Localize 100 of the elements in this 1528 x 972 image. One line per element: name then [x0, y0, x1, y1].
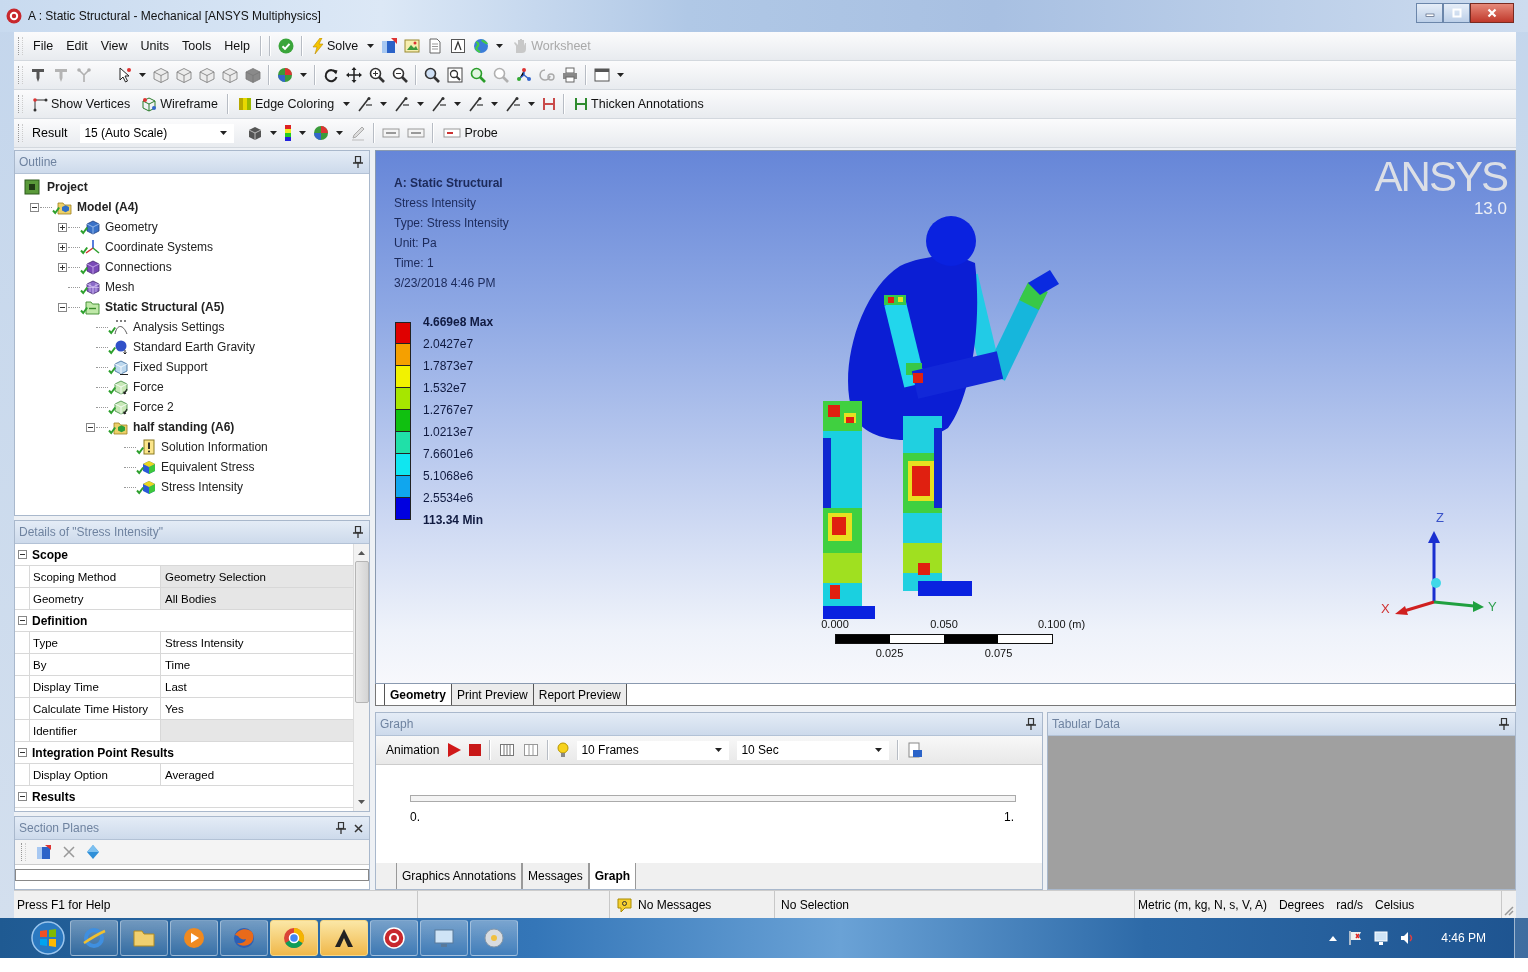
close-button[interactable]	[1470, 3, 1514, 23]
globe-icon[interactable]	[473, 38, 490, 54]
flag-icon[interactable]	[1347, 930, 1364, 946]
caret-icon[interactable]	[617, 73, 624, 77]
duration-dropdown[interactable]: 10 Sec	[737, 740, 890, 760]
collapse-toggle-icon[interactable]	[57, 302, 67, 312]
menu-item[interactable]: View	[97, 37, 131, 55]
show-vertices-button[interactable]: Show Vertices	[30, 94, 133, 114]
delete-icon[interactable]	[62, 845, 76, 859]
label-icon[interactable]	[382, 127, 401, 139]
maximize-button[interactable]	[1443, 3, 1470, 23]
timeline-track[interactable]	[410, 795, 1016, 802]
tree-item[interactable]: Static Structural (A5)	[105, 300, 225, 314]
tree-item[interactable]: half standing (A6)	[133, 420, 235, 434]
minimize-button[interactable]	[1416, 3, 1443, 23]
window-icon[interactable]	[594, 67, 610, 83]
caret-icon[interactable]	[528, 102, 536, 106]
collapse-toggle-icon[interactable]	[17, 792, 27, 801]
collapse-toggle-icon[interactable]	[85, 422, 95, 432]
plane-sheet-icon[interactable]	[36, 844, 52, 860]
play-icon[interactable]	[447, 742, 462, 758]
caret-icon[interactable]	[496, 44, 504, 48]
pin-icon[interactable]	[353, 156, 363, 168]
zoom-in-icon[interactable]	[369, 67, 385, 83]
menu-item[interactable]: Help	[221, 37, 253, 55]
close-icon[interactable]	[354, 823, 363, 833]
label-icon[interactable]	[407, 127, 426, 139]
plane-list[interactable]	[15, 869, 369, 881]
expand-toggle-icon[interactable]	[57, 262, 67, 272]
scroll-up-icon[interactable]	[358, 551, 365, 555]
tree-item[interactable]: Coordinate Systems	[105, 240, 214, 254]
caret-icon[interactable]	[336, 131, 344, 135]
panel-tab[interactable]: Graphics Annotations	[396, 863, 523, 889]
cube-outline-icon[interactable]	[153, 67, 169, 83]
tree-item[interactable]: Standard Earth Gravity	[133, 340, 256, 354]
tree-item[interactable]: Mesh	[105, 280, 135, 294]
iso-view-icon[interactable]	[516, 67, 532, 83]
pin-tool-icon[interactable]	[30, 67, 46, 83]
pin-icon[interactable]	[1026, 718, 1036, 730]
frames-icon[interactable]	[523, 742, 540, 758]
triangle-box-icon[interactable]	[450, 38, 467, 54]
frames-dropdown[interactable]: 10 Frames	[577, 740, 730, 760]
document-icon[interactable]	[427, 38, 444, 54]
zoom-box-icon[interactable]	[447, 67, 463, 83]
collapse-toggle-icon[interactable]	[29, 202, 39, 212]
zoom-out-icon[interactable]	[392, 67, 408, 83]
tray-arrow-icon[interactable]	[1329, 935, 1338, 941]
edge-line-icon[interactable]	[431, 96, 448, 112]
caret-icon[interactable]	[343, 102, 351, 106]
caret-icon[interactable]	[300, 73, 307, 77]
view-tab[interactable]: Print Preview	[451, 684, 534, 705]
bracket-icon[interactable]	[542, 96, 557, 112]
tree-item[interactable]: Geometry	[105, 220, 158, 234]
tree-item[interactable]: Model (A4)	[77, 200, 139, 214]
start-orb-icon[interactable]	[31, 921, 65, 955]
picture-icon[interactable]	[404, 38, 421, 54]
caret-icon[interactable]	[380, 102, 388, 106]
tree-item[interactable]: Equivalent Stress	[161, 460, 255, 474]
check-circle-icon[interactable]	[277, 38, 294, 54]
plane-icon[interactable]	[86, 844, 100, 860]
sphere-icon[interactable]	[313, 125, 330, 141]
menu-item[interactable]: Tools	[179, 37, 215, 55]
expand-toggle-icon[interactable]	[57, 222, 67, 232]
edge-line-icon[interactable]	[357, 96, 374, 112]
pan-icon[interactable]	[346, 67, 362, 83]
rotate-icon[interactable]	[323, 67, 339, 83]
caret-icon[interactable]	[270, 131, 278, 135]
caret-icon[interactable]	[454, 102, 462, 106]
caret-icon[interactable]	[299, 131, 307, 135]
caret-icon[interactable]	[417, 102, 425, 106]
export-icon[interactable]	[907, 742, 924, 758]
edge-line-icon[interactable]	[394, 96, 411, 112]
collapse-toggle-icon[interactable]	[17, 748, 27, 757]
wireframe-button[interactable]: Wireframe	[139, 94, 220, 114]
expand-toggle-icon[interactable]	[57, 242, 67, 252]
show-desktop-button[interactable]	[1514, 918, 1528, 958]
thicken-annotations-button[interactable]: Thicken Annotations	[572, 94, 706, 114]
taskbar-button[interactable]	[320, 920, 368, 956]
network-icon[interactable]	[1373, 930, 1390, 946]
zoom-icon[interactable]	[424, 67, 440, 83]
cube-icon[interactable]	[247, 125, 264, 141]
cursor-icon[interactable]	[118, 67, 132, 83]
collapse-toggle-icon[interactable]	[17, 550, 27, 559]
probe-button[interactable]: Probe	[441, 124, 500, 142]
scale-dropdown[interactable]: 15 (Auto Scale)	[80, 123, 235, 143]
cube-outline-icon[interactable]	[176, 67, 192, 83]
caret-icon[interactable]	[491, 102, 499, 106]
scroll-thumb[interactable]	[354, 561, 369, 703]
scroll-down-icon[interactable]	[358, 800, 365, 804]
tree-item[interactable]: Force	[133, 380, 164, 394]
tree-item[interactable]: Project	[47, 180, 88, 194]
pin-icon[interactable]	[336, 822, 346, 834]
solid-cube-icon[interactable]	[245, 67, 261, 83]
tree-item[interactable]: Force 2	[133, 400, 174, 414]
tree-item[interactable]: Analysis Settings	[133, 320, 225, 334]
sheet-icon[interactable]	[381, 38, 398, 54]
tree-item[interactable]: Fixed Support	[133, 360, 208, 374]
edge-line-icon[interactable]	[505, 96, 522, 112]
color-scale-icon[interactable]	[284, 125, 293, 141]
panel-tab[interactable]: Messages	[522, 863, 589, 889]
